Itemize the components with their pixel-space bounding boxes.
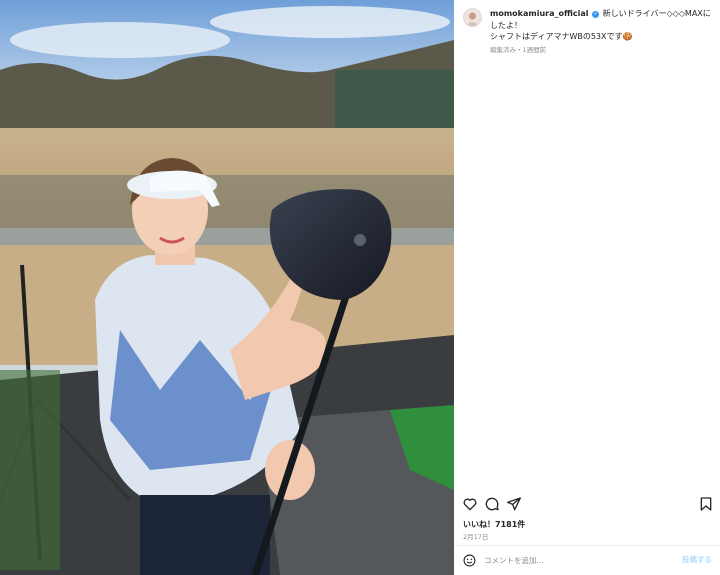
post-meta: 編集済み・1週間前 xyxy=(490,45,547,54)
verified-badge-icon: ✓ xyxy=(592,11,600,18)
heart-icon[interactable] xyxy=(462,496,478,512)
bookmark-icon[interactable] xyxy=(698,496,714,512)
post-comment-button[interactable]: 投稿する xyxy=(682,554,712,565)
smiley-icon[interactable] xyxy=(463,554,476,567)
post-side-panel: momokamiura_official ✓ 新しいドライバー◇◇◇MAXにした… xyxy=(454,0,720,575)
comment-input[interactable] xyxy=(484,553,674,567)
action-bar xyxy=(462,496,712,514)
post-photo[interactable] xyxy=(0,0,454,575)
golf-photo-illustration xyxy=(0,0,454,575)
post-date[interactable]: 2月17日 xyxy=(463,531,488,541)
comment-icon[interactable] xyxy=(484,496,500,512)
comment-bar: 投稿する xyxy=(454,546,720,575)
post-caption: momokamiura_official ✓ 新しいドライバー◇◇◇MAXにした… xyxy=(463,8,713,56)
likes-count[interactable]: いいね！7181件 xyxy=(463,519,525,530)
username-link[interactable]: momokamiura_official xyxy=(490,9,589,18)
caption-line-2: シャフトはディアマナWBの53Xです🍪 xyxy=(490,32,633,41)
caption-text-block: momokamiura_official ✓ 新しいドライバー◇◇◇MAXにした… xyxy=(490,8,713,56)
avatar-image xyxy=(464,9,481,26)
share-icon[interactable] xyxy=(506,496,522,512)
avatar[interactable] xyxy=(463,8,482,27)
